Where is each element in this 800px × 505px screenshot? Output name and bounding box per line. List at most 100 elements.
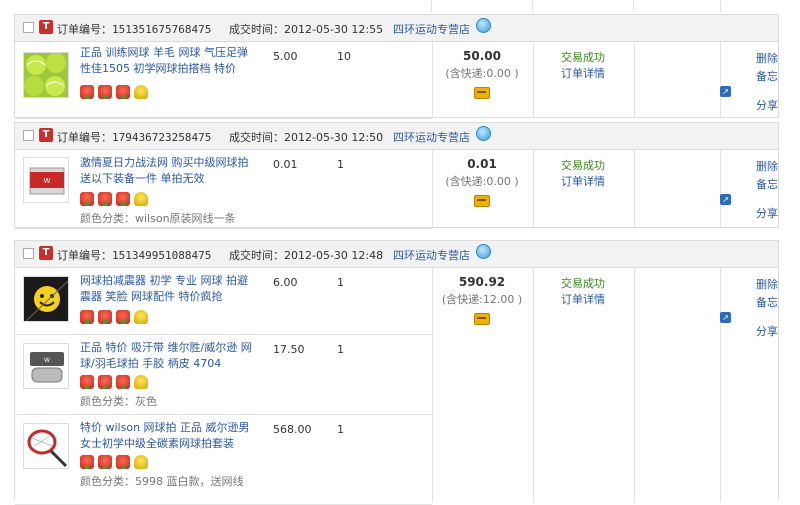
product-thumbnail[interactable]: W: [23, 157, 69, 203]
order-total: 0.01 (含快递:0.00 ): [432, 150, 532, 210]
color-variant: 颜色分类：5998 蓝白款，送网线: [80, 475, 244, 488]
unit-price: 0.01: [273, 158, 298, 171]
rose-icon[interactable]: [98, 310, 112, 324]
order-item: 正品 训练网球 羊毛 网球 气压足弹性佳1505 初学网球拍搭档 特价 5.00…: [15, 42, 432, 119]
order-card: T 订单编号：179436723258475 成交时间：2012-05-30 1…: [14, 122, 779, 229]
delete-link[interactable]: 删除: [720, 276, 778, 294]
share-label: 分享: [756, 99, 778, 112]
divider: [634, 150, 635, 228]
total-amount: 0.01: [467, 157, 497, 171]
order-checkbox[interactable]: [23, 22, 34, 33]
service-icons: [80, 192, 148, 206]
memo-link[interactable]: 备忘: [720, 176, 778, 194]
quantity: 1: [337, 343, 344, 356]
order-actions: 删除 备忘 ↗ 分享: [720, 158, 778, 223]
order-item: 网球拍减震器 初学 专业 网球 拍避震器 笑脸 网球配件 特价疯抢 6.00 1: [15, 268, 432, 335]
order-header: T 订单编号：179436723258475 成交时间：2012-05-30 1…: [15, 123, 778, 150]
tulip-icon[interactable]: [134, 85, 148, 99]
status-text: 交易成功: [561, 277, 605, 290]
order-item: 特价 wilson 网球拍 正品 威尔逊男女士初学中级全碳素网球拍套装 568.…: [15, 415, 432, 505]
service-icons: [80, 85, 148, 99]
rose-icon[interactable]: [116, 310, 130, 324]
order-detail-link[interactable]: 订单详情: [533, 174, 633, 190]
rose-icon[interactable]: [80, 375, 94, 389]
product-thumbnail[interactable]: [23, 52, 69, 98]
tulip-icon[interactable]: [134, 192, 148, 206]
rose-icon[interactable]: [116, 192, 130, 206]
product-thumbnail[interactable]: [23, 423, 69, 469]
rose-icon[interactable]: [98, 192, 112, 206]
rose-icon[interactable]: [116, 455, 130, 469]
payment-card-icon: [474, 313, 490, 325]
rose-icon[interactable]: [80, 455, 94, 469]
product-title-link[interactable]: 激情夏日力战法网 购买中级网球拍送以下装备一件 单拍无效: [80, 155, 255, 187]
shop-link[interactable]: 四环运动专营店: [393, 129, 470, 145]
rose-icon[interactable]: [80, 85, 94, 99]
tmall-badge-icon: T: [39, 20, 53, 34]
order-item: W 正品 特价 吸汗带 维尔胜/威尔逊 网球/羽毛球拍 手胶 柄皮 4704 1…: [15, 335, 432, 415]
tmall-badge-icon: T: [39, 246, 53, 260]
order-checkbox[interactable]: [23, 130, 34, 141]
wangwang-chat-icon[interactable]: [476, 126, 491, 141]
delete-link[interactable]: 删除: [720, 158, 778, 176]
color-variant: 颜色分类：灰色: [80, 395, 157, 408]
wangwang-chat-icon[interactable]: [476, 244, 491, 259]
wangwang-chat-icon[interactable]: [476, 18, 491, 33]
shop-link[interactable]: 四环运动专营店: [393, 21, 470, 37]
unit-price: 568.00: [273, 423, 312, 436]
product-thumbnail[interactable]: [23, 276, 69, 322]
order-actions: 删除 备忘 ↗ 分享: [720, 50, 778, 115]
product-title-link[interactable]: 特价 wilson 网球拍 正品 威尔逊男女士初学中级全碳素网球拍套装: [80, 420, 255, 452]
order-number: 订单编号：151349951088475: [57, 249, 212, 262]
quantity: 1: [337, 276, 344, 289]
total-amount: 590.92: [458, 275, 506, 289]
rose-icon[interactable]: [80, 192, 94, 206]
share-icon: ↗: [720, 86, 731, 97]
rose-icon[interactable]: [116, 375, 130, 389]
order-status: 交易成功 订单详情: [533, 158, 633, 190]
order-detail-link[interactable]: 订单详情: [533, 292, 633, 308]
tulip-icon[interactable]: [134, 310, 148, 324]
order-total: 590.92 (含快递:12.00 ): [432, 268, 532, 328]
shipping-fee: (含快递:12.00 ): [441, 293, 523, 306]
share-button[interactable]: ↗ 分享: [720, 312, 778, 341]
shop-link[interactable]: 四环运动专营店: [393, 247, 470, 263]
order-item: W 激情夏日力战法网 购买中级网球拍送以下装备一件 单拍无效 0.01 1 颜色…: [15, 150, 432, 229]
product-title-link[interactable]: 网球拍减震器 初学 专业 网球 拍避震器 笑脸 网球配件 特价疯抢: [80, 273, 255, 305]
memo-link[interactable]: 备忘: [720, 68, 778, 86]
svg-text:W: W: [44, 357, 50, 364]
divider: [634, 42, 635, 118]
delete-link[interactable]: 删除: [720, 50, 778, 68]
order-checkbox[interactable]: [23, 248, 34, 259]
shipping-fee: (含快递:0.00 ): [445, 67, 519, 80]
rose-icon[interactable]: [98, 455, 112, 469]
order-date: 成交时间：2012-05-30 12:55: [229, 23, 384, 36]
share-button[interactable]: ↗ 分享: [720, 194, 778, 223]
rose-icon[interactable]: [116, 85, 130, 99]
order-date: 成交时间：2012-05-30 12:48: [229, 249, 384, 262]
share-icon: ↗: [720, 194, 731, 205]
order-date: 成交时间：2012-05-30 12:50: [229, 131, 384, 144]
status-text: 交易成功: [561, 51, 605, 64]
service-icons: [80, 455, 148, 469]
product-title-link[interactable]: 正品 训练网球 羊毛 网球 气压足弹性佳1505 初学网球拍搭档 特价: [80, 45, 255, 77]
rose-icon[interactable]: [80, 310, 94, 324]
order-card: T 订单编号：151351675768475 成交时间：2012-05-30 1…: [14, 14, 779, 119]
tulip-icon[interactable]: [134, 375, 148, 389]
service-icons: [80, 310, 148, 324]
divider: [431, 0, 432, 12]
unit-price: 6.00: [273, 276, 298, 289]
order-detail-link[interactable]: 订单详情: [533, 66, 633, 82]
memo-link[interactable]: 备忘: [720, 294, 778, 312]
rose-icon[interactable]: [98, 375, 112, 389]
tmall-badge-icon: T: [39, 128, 53, 142]
share-label: 分享: [756, 325, 778, 338]
unit-price: 5.00: [273, 50, 298, 63]
tulip-icon[interactable]: [134, 455, 148, 469]
product-title-link[interactable]: 正品 特价 吸汗带 维尔胜/威尔逊 网球/羽毛球拍 手胶 柄皮 4704: [80, 340, 255, 372]
rose-icon[interactable]: [98, 85, 112, 99]
share-button[interactable]: ↗ 分享: [720, 86, 778, 115]
payment-card-icon: [474, 87, 490, 99]
product-thumbnail[interactable]: W: [23, 343, 69, 389]
order-status: 交易成功 订单详情: [533, 50, 633, 82]
